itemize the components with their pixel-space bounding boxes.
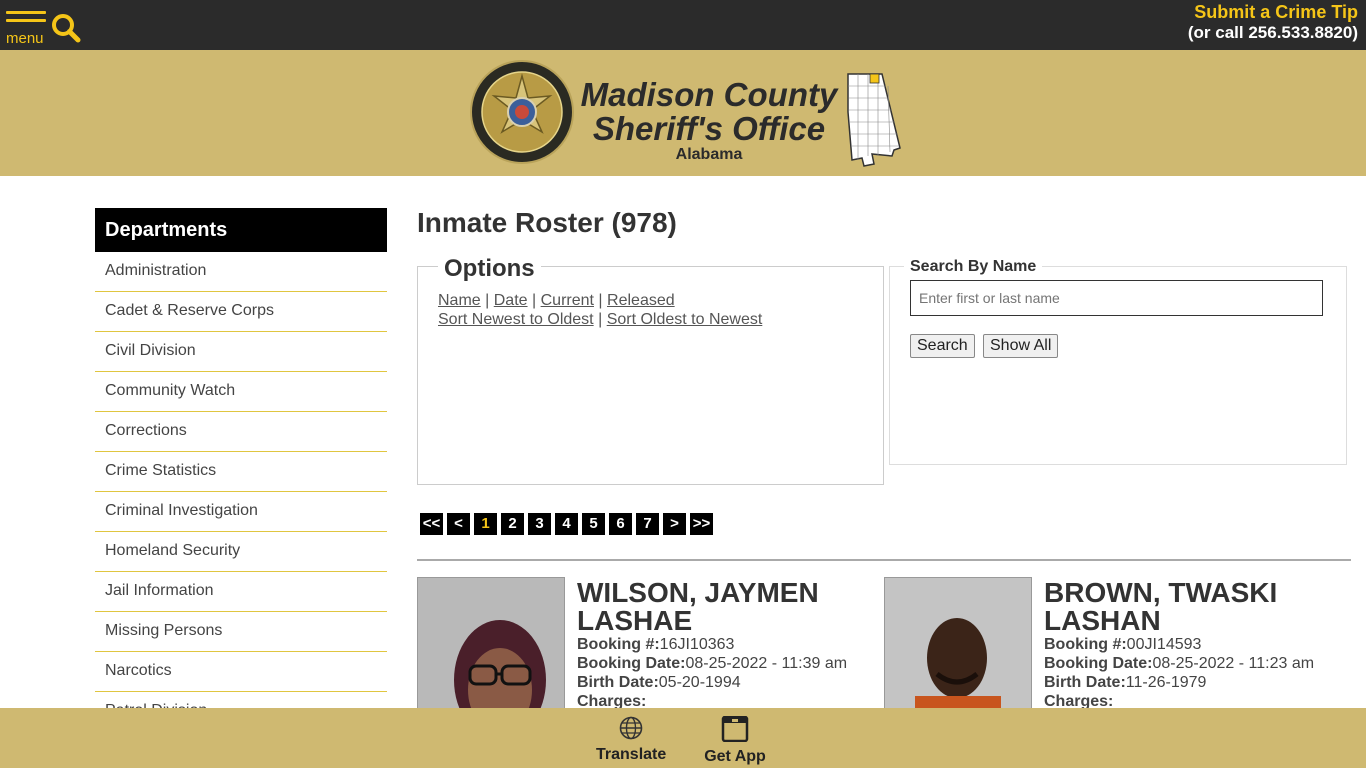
birth-date: Birth Date:05-20-1994 [577, 673, 877, 692]
booking-number: Booking #:00JI14593 [1044, 635, 1344, 654]
departments-heading: Departments [95, 208, 387, 252]
page-button-6[interactable]: 6 [609, 513, 632, 535]
sheriff-seal-logo[interactable] [470, 60, 574, 164]
separator: | [598, 292, 603, 309]
sidebar-item-corrections[interactable]: Corrections [95, 412, 387, 452]
page-button-5[interactable]: 5 [582, 513, 605, 535]
sidebar-item-jail-information[interactable]: Jail Information [95, 572, 387, 612]
birth-date-label: Birth Date: [1044, 674, 1126, 691]
sort-oldest-link[interactable]: Sort Oldest to Newest [607, 311, 763, 328]
get-app-button[interactable]: Get App [704, 715, 766, 766]
sidebar-item-civil-division[interactable]: Civil Division [95, 332, 387, 372]
separator: | [598, 311, 603, 328]
sidebar-item-administration[interactable]: Administration [95, 252, 387, 292]
alabama-map-icon [847, 73, 901, 167]
filter-current-link[interactable]: Current [541, 292, 594, 309]
sidebar-item-homeland-security[interactable]: Homeland Security [95, 532, 387, 572]
sort-by-name-link[interactable]: Name [438, 292, 481, 309]
booking-date: Booking Date:08-25-2022 - 11:39 am [577, 654, 877, 673]
separator: | [532, 292, 537, 309]
sidebar-item-crime-statistics[interactable]: Crime Statistics [95, 452, 387, 492]
brand-title[interactable]: Madison County Sheriff's Office Alabama [578, 78, 840, 164]
page-prev-button[interactable]: < [447, 513, 470, 535]
inmate-name[interactable]: WILSON, JAYMEN LASHAE [577, 579, 877, 635]
booking-date-value: 08-25-2022 - 11:39 am [685, 655, 848, 672]
search-icon [52, 14, 81, 43]
booking-number-label: Booking #: [1044, 636, 1127, 653]
sort-newest-link[interactable]: Sort Newest to Oldest [438, 311, 594, 328]
page-title: Inmate Roster (978) [417, 207, 677, 238]
options-panel: Options Name | Date | Current | Released… [417, 255, 884, 485]
birth-date-value: 05-20-1994 [658, 674, 741, 691]
hamburger-icon-bar [6, 19, 46, 22]
submit-crime-tip-link[interactable]: Submit a Crime Tip [1188, 2, 1358, 22]
tip-phone-number[interactable]: (or call 256.533.8820) [1188, 22, 1358, 44]
divider [417, 559, 1351, 561]
show-all-button[interactable]: Show All [983, 334, 1059, 358]
sort-by-date-link[interactable]: Date [494, 292, 528, 309]
options-links: Name | Date | Current | Released Sort Ne… [438, 291, 762, 329]
globe-icon [619, 716, 643, 740]
sidebar-item-criminal-investigation[interactable]: Criminal Investigation [95, 492, 387, 532]
inmate-info: WILSON, JAYMEN LASHAE Booking #:16JI1036… [577, 577, 877, 711]
birth-date-value: 11-26-1979 [1125, 674, 1207, 691]
booking-number-value: 00JI14593 [1126, 636, 1202, 653]
separator: | [485, 292, 490, 309]
search-legend: Search By Name [904, 258, 1043, 276]
hamburger-icon [6, 11, 46, 14]
sidebar-item-narcotics[interactable]: Narcotics [95, 652, 387, 692]
search-toggle-button[interactable] [50, 12, 82, 44]
inmate-name[interactable]: BROWN, TWASKI LASHAN [1044, 579, 1344, 635]
page-next-button[interactable]: > [663, 513, 686, 535]
page-button-3[interactable]: 3 [528, 513, 551, 535]
site-header: Madison County Sheriff's Office Alabama [0, 50, 1366, 176]
crime-tip-block: Submit a Crime Tip (or call 256.533.8820… [1188, 2, 1358, 44]
sidebar-item-community-watch[interactable]: Community Watch [95, 372, 387, 412]
brand-line-1: Madison County [580, 76, 838, 113]
page-first-button[interactable]: << [420, 513, 443, 535]
name-search-input[interactable] [910, 280, 1323, 316]
pagination: << < 1 2 3 4 5 6 7 > >> [420, 513, 713, 535]
booking-number: Booking #:16JI10363 [577, 635, 877, 654]
mobile-app-icon [721, 715, 749, 743]
sidebar-item-cadet-reserve-corps[interactable]: Cadet & Reserve Corps [95, 292, 387, 332]
brand-state: Alabama [675, 146, 743, 163]
booking-date: Booking Date:08-25-2022 - 11:23 am [1044, 654, 1344, 673]
booking-date-value: 08-25-2022 - 11:23 am [1152, 655, 1315, 672]
translate-label: Translate [596, 746, 667, 763]
page-last-button[interactable]: >> [690, 513, 713, 535]
translate-button[interactable]: Translate [596, 716, 666, 764]
booking-number-label: Booking #: [577, 636, 660, 653]
sidebar-item-missing-persons[interactable]: Missing Persons [95, 612, 387, 652]
options-legend: Options [438, 255, 541, 283]
menu-button[interactable]: menu [6, 11, 48, 49]
birth-date-label: Birth Date: [577, 674, 659, 691]
brand-line-2: Sheriff's Office [592, 110, 826, 147]
search-button[interactable]: Search [910, 334, 975, 358]
page-button-1[interactable]: 1 [474, 513, 497, 535]
booking-date-label: Booking Date: [1044, 655, 1153, 672]
menu-label: menu [6, 30, 44, 47]
booking-number-value: 16JI10363 [659, 636, 735, 653]
birth-date: Birth Date:11-26-1979 [1044, 673, 1344, 692]
page-button-2[interactable]: 2 [501, 513, 524, 535]
bottom-bar: Translate Get App [0, 708, 1366, 768]
departments-sidebar: Departments Administration Cadet & Reser… [95, 208, 387, 732]
top-bar: menu Submit a Crime Tip (or call 256.533… [0, 0, 1366, 50]
page-button-7[interactable]: 7 [636, 513, 659, 535]
booking-date-label: Booking Date: [577, 655, 686, 672]
inmate-info: BROWN, TWASKI LASHAN Booking #:00JI14593… [1044, 577, 1344, 711]
filter-released-link[interactable]: Released [607, 292, 675, 309]
page-button-4[interactable]: 4 [555, 513, 578, 535]
search-by-name-panel: Search By Name Search Show All [889, 258, 1347, 465]
get-app-label: Get App [704, 748, 766, 765]
